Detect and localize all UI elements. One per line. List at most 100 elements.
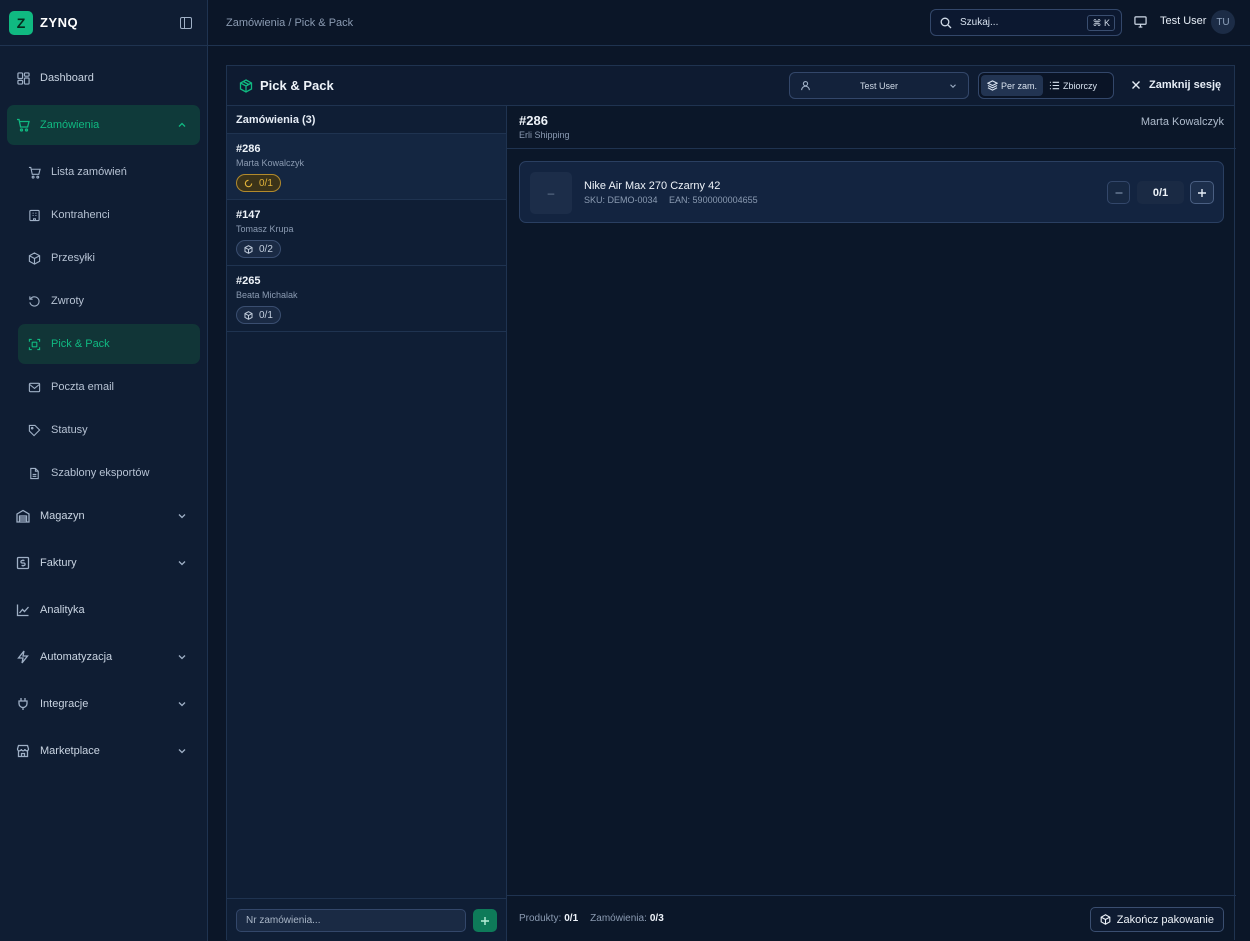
detail-footer: Produkty: 0/1 Zamówienia: 0/3 Zakończ pako… bbox=[507, 895, 1236, 941]
sidebar-item-label: Szablony eksportów bbox=[51, 467, 150, 479]
sidebar-item-label: Zamówienia bbox=[40, 119, 100, 131]
plus-icon bbox=[1198, 188, 1206, 197]
qty-value: 0/1 bbox=[1137, 181, 1184, 204]
scan-icon bbox=[28, 338, 41, 351]
app: Z ZYNQ Dashboard Zamówienia Lista zamówi… bbox=[0, 0, 1250, 941]
sidebar-item-pick-pack[interactable]: Pick & Pack bbox=[18, 324, 200, 364]
chart-icon bbox=[16, 603, 30, 617]
sidebar-item-automatyzacja[interactable]: Automatyzacja bbox=[7, 637, 200, 677]
store-icon bbox=[16, 744, 30, 758]
mode-bulk[interactable]: Zbiorczy bbox=[1043, 75, 1103, 96]
order-item[interactable]: #147 Tomasz Krupa 0/2 bbox=[227, 200, 506, 266]
mode-toggle: Per zam. Zbiorczy bbox=[978, 72, 1114, 99]
sidebar-item-label: Dashboard bbox=[40, 72, 94, 84]
search-icon bbox=[940, 17, 952, 28]
order-customer: Beata Michalak bbox=[236, 290, 298, 300]
monitor-icon[interactable] bbox=[1134, 15, 1147, 28]
search-shortcut: ⌘ K bbox=[1087, 15, 1115, 31]
cart-icon bbox=[16, 118, 30, 132]
package-icon bbox=[239, 78, 253, 93]
orders-list: Zamówienia (3) #286 Marta Kowalczyk 0/1 … bbox=[227, 106, 507, 941]
order-item[interactable]: #286 Marta Kowalczyk 0/1 bbox=[227, 134, 506, 200]
finish-packing-button[interactable]: Zakończ pakowanie bbox=[1089, 907, 1224, 932]
order-item[interactable]: #265 Beata Michalak 0/1 bbox=[227, 266, 506, 332]
sidebar-item-poczta-email[interactable]: Poczta email bbox=[18, 367, 200, 407]
sidebar-item-lista-zamowien[interactable]: Lista zamówień bbox=[18, 152, 200, 192]
order-number: #147 bbox=[236, 209, 261, 221]
sidebar-item-label: Przesyłki bbox=[51, 252, 96, 264]
chevron-down-icon bbox=[950, 84, 956, 89]
sidebar-item-integracje[interactable]: Integracje bbox=[7, 684, 200, 724]
pick-pack-panel: Pick & Pack Test User Per zam. Zbiorczy … bbox=[226, 65, 1236, 941]
products-stat: Produkty: 0/1 bbox=[519, 913, 578, 924]
sidebar-item-marketplace[interactable]: Marketplace bbox=[7, 731, 200, 771]
detail-header: #286 Erli Shipping Marta Kowalczyk bbox=[507, 106, 1236, 149]
brand-name: ZYNQ bbox=[40, 15, 79, 30]
mode-per-order[interactable]: Per zam. bbox=[981, 75, 1044, 96]
sidebar-item-magazyn[interactable]: Magazyn bbox=[7, 496, 200, 536]
sidebar-item-label: Kontrahenci bbox=[51, 209, 110, 221]
chevron-down-icon bbox=[178, 749, 186, 754]
user-select-value: Test User bbox=[859, 80, 898, 91]
sidebar-item-statusy[interactable]: Statusy bbox=[18, 410, 200, 450]
cart-icon bbox=[28, 166, 41, 179]
invoice-icon bbox=[16, 556, 30, 570]
sidebar-item-label: Poczta email bbox=[51, 381, 114, 393]
sidebar-item-label: Marketplace bbox=[40, 745, 100, 757]
sidebar-item-label: Analityka bbox=[40, 604, 85, 616]
finish-packing-label: Zakończ pakowanie bbox=[1116, 913, 1214, 926]
user-name[interactable]: Test User bbox=[1160, 15, 1206, 27]
panel-header: Pick & Pack Test User Per zam. Zbiorczy … bbox=[227, 66, 1234, 106]
detail-shipping: Erli Shipping bbox=[519, 130, 570, 140]
building-icon bbox=[28, 209, 41, 222]
search-button[interactable]: Szukaj... ⌘ K bbox=[930, 9, 1122, 36]
sidebar-item-analityka[interactable]: Analityka bbox=[7, 590, 200, 630]
user-icon bbox=[801, 81, 810, 91]
orders-header: Zamówienia (3) bbox=[227, 106, 506, 134]
orders-label: Zamówienia: bbox=[590, 913, 647, 924]
sidebar-item-faktury[interactable]: Faktury bbox=[7, 543, 200, 583]
sidebar-toggle-icon[interactable] bbox=[180, 16, 192, 29]
order-number-input[interactable] bbox=[236, 909, 466, 932]
loader-icon bbox=[244, 179, 253, 187]
grid-icon bbox=[16, 71, 30, 85]
file-icon bbox=[28, 467, 41, 480]
sidebar-item-label: Zwroty bbox=[51, 295, 84, 307]
sidebar-item-zwroty[interactable]: Zwroty bbox=[18, 281, 200, 321]
order-number: #286 bbox=[236, 143, 261, 155]
user-select[interactable]: Test User bbox=[789, 72, 969, 99]
page-title: Pick & Pack bbox=[260, 78, 334, 93]
add-order-button[interactable] bbox=[473, 909, 497, 932]
progress-value: 0/1 bbox=[259, 177, 273, 189]
sidebar-item-szablony-eksportow[interactable]: Szablony eksportów bbox=[18, 453, 200, 493]
qty-decrease-button[interactable] bbox=[1107, 181, 1130, 204]
sidebar-item-zamowienia[interactable]: Zamówienia bbox=[7, 105, 200, 145]
package-icon bbox=[1100, 914, 1111, 925]
package-icon bbox=[244, 244, 253, 254]
list-icon bbox=[1049, 81, 1060, 90]
product-ean: EAN: 5900000004655 bbox=[669, 195, 758, 205]
avatar[interactable]: TU bbox=[1211, 10, 1235, 34]
orders-footer bbox=[227, 898, 506, 941]
layers-icon bbox=[987, 80, 998, 91]
progress-badge: 0/1 bbox=[236, 306, 281, 324]
sidebar-item-przesylki[interactable]: Przesyłki bbox=[18, 238, 200, 278]
close-session-button[interactable]: Zamknij sesję bbox=[1131, 79, 1221, 91]
detail-customer: Marta Kowalczyk bbox=[1140, 116, 1224, 128]
qty-increase-button[interactable] bbox=[1190, 181, 1214, 204]
close-session-label: Zamknij sesję bbox=[1149, 79, 1222, 91]
sidebar-item-label: Statusy bbox=[51, 424, 88, 436]
warehouse-icon bbox=[16, 509, 30, 523]
order-customer: Marta Kowalczyk bbox=[236, 158, 305, 168]
mode-label: Zbiorczy bbox=[1063, 80, 1098, 91]
tag-icon bbox=[28, 424, 41, 437]
sidebar-item-dashboard[interactable]: Dashboard bbox=[7, 58, 200, 98]
sidebar-nav: Dashboard Zamówienia Lista zamówień Kont… bbox=[0, 46, 207, 771]
orders-stat: Zamówienia: 0/3 bbox=[590, 913, 664, 924]
search-label: Szukaj... bbox=[960, 17, 999, 28]
sidebar-item-kontrahenci[interactable]: Kontrahenci bbox=[18, 195, 200, 235]
sidebar-item-label: Faktury bbox=[40, 557, 77, 569]
brand: Z ZYNQ bbox=[0, 0, 207, 46]
progress-value: 0/1 bbox=[259, 309, 273, 321]
product-thumbnail: – bbox=[530, 172, 572, 214]
